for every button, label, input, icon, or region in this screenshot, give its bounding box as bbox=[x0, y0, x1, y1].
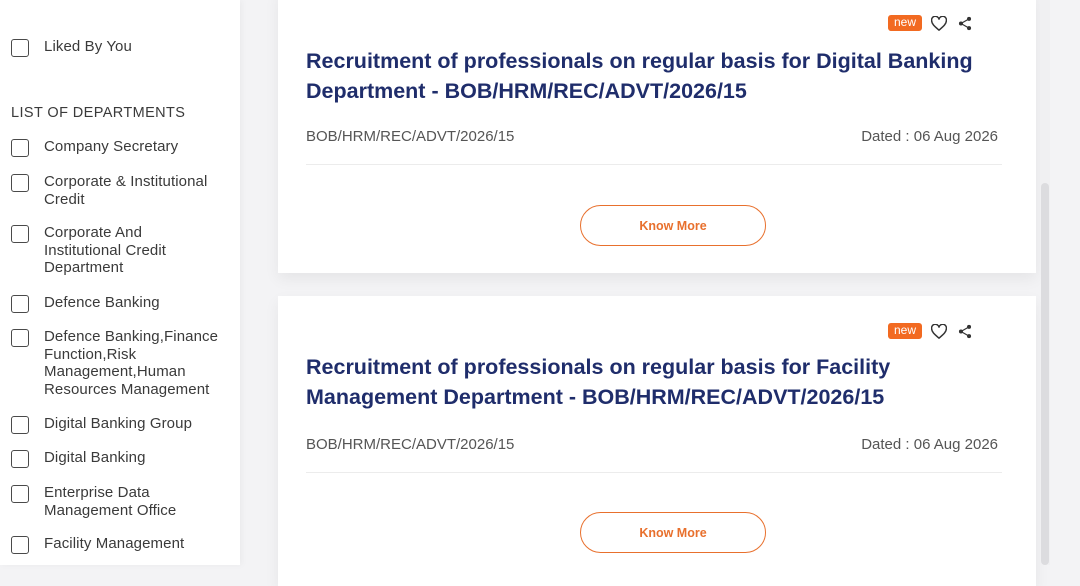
department-label: Enterprise Data Management Office bbox=[44, 484, 177, 519]
heart-icon[interactable] bbox=[930, 14, 948, 32]
department-label: Defence Banking,Finance Function,Risk Ma… bbox=[44, 328, 219, 398]
department-checkbox[interactable] bbox=[11, 225, 29, 243]
department-checkbox[interactable] bbox=[11, 416, 29, 434]
department-filter-item[interactable]: Enterprise Data Management Office bbox=[11, 484, 222, 519]
divider bbox=[306, 164, 1002, 165]
posted-date: Dated : 06 Aug 2026 bbox=[861, 128, 998, 145]
department-filter-item[interactable]: Digital Banking Group bbox=[11, 415, 222, 434]
card-actions: new bbox=[887, 14, 974, 32]
know-more-button[interactable]: Know More bbox=[580, 512, 766, 553]
scrollbar-thumb[interactable] bbox=[1041, 183, 1049, 565]
department-checkbox[interactable] bbox=[11, 536, 29, 554]
advertisement-number: BOB/HRM/REC/ADVT/2026/15 bbox=[306, 128, 515, 145]
reference-row: BOB/HRM/REC/ADVT/2026/15 Dated : 06 Aug … bbox=[306, 436, 998, 453]
filter-liked-by-you[interactable]: Liked By You bbox=[11, 38, 222, 57]
department-label: Defence Banking bbox=[44, 294, 160, 311]
reference-row: BOB/HRM/REC/ADVT/2026/15 Dated : 06 Aug … bbox=[306, 128, 998, 145]
divider bbox=[306, 472, 1002, 473]
department-label: Digital Banking Group bbox=[44, 415, 193, 432]
department-label: Company Secretary bbox=[44, 138, 179, 155]
department-checkbox[interactable] bbox=[11, 174, 29, 192]
department-label: Digital Banking bbox=[44, 449, 146, 466]
posted-date: Dated : 06 Aug 2026 bbox=[861, 436, 998, 453]
department-checkbox[interactable] bbox=[11, 295, 29, 313]
job-card: new Recruitment of professionals on regu… bbox=[278, 0, 1036, 273]
heart-icon[interactable] bbox=[930, 322, 948, 340]
department-filter-item[interactable]: Company Secretary bbox=[11, 138, 222, 157]
department-checkbox[interactable] bbox=[11, 450, 29, 468]
filter-sidebar: Liked By You LIST OF DEPARTMENTS Company… bbox=[0, 0, 240, 565]
job-title[interactable]: Recruitment of professionals on regular … bbox=[306, 352, 1016, 412]
share-icon[interactable] bbox=[956, 322, 974, 340]
department-label: Facility Management bbox=[44, 535, 185, 552]
department-label: Corporate & Institutional Credit bbox=[44, 173, 208, 208]
department-label: Corporate And Institutional Credit Depar… bbox=[44, 224, 167, 276]
department-filter-item[interactable]: Defence Banking bbox=[11, 294, 222, 313]
job-title[interactable]: Recruitment of professionals on regular … bbox=[306, 46, 1016, 106]
share-icon[interactable] bbox=[956, 14, 974, 32]
department-checkbox[interactable] bbox=[11, 139, 29, 157]
department-checkbox[interactable] bbox=[11, 485, 29, 503]
department-filter-item[interactable]: Corporate & Institutional Credit bbox=[11, 173, 222, 208]
know-more-button[interactable]: Know More bbox=[580, 205, 766, 246]
new-badge: new bbox=[887, 323, 922, 339]
department-filter-item[interactable]: Digital Banking bbox=[11, 449, 222, 468]
new-badge: new bbox=[887, 15, 922, 31]
advertisement-number: BOB/HRM/REC/ADVT/2026/15 bbox=[306, 436, 515, 453]
job-card: new Recruitment of professionals on regu… bbox=[278, 296, 1036, 586]
department-checkbox[interactable] bbox=[11, 329, 29, 347]
department-filter-item[interactable]: Defence Banking,Finance Function,Risk Ma… bbox=[11, 328, 222, 398]
filter-label: Liked By You bbox=[44, 38, 132, 55]
liked-checkbox[interactable] bbox=[11, 39, 29, 57]
department-filter-item[interactable]: Facility Management bbox=[11, 535, 222, 554]
department-filter-item[interactable]: Corporate And Institutional Credit Depar… bbox=[11, 224, 222, 277]
departments-heading: LIST OF DEPARTMENTS bbox=[11, 105, 186, 121]
card-actions: new bbox=[887, 322, 974, 340]
